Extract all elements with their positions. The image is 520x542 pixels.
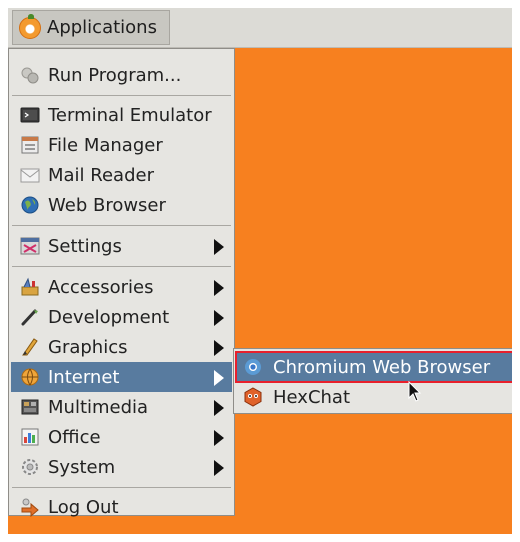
- accessories-icon: [20, 277, 40, 297]
- submenu-arrow-icon: [214, 310, 224, 326]
- submenu-arrow-icon: [214, 280, 224, 296]
- menu-item-accessories[interactable]: Accessories: [11, 272, 232, 302]
- submenu-arrow-icon: [214, 239, 224, 255]
- run-program-icon: [20, 65, 40, 85]
- logout-icon: [20, 497, 40, 517]
- submenu-arrow-icon: [214, 430, 224, 446]
- submenu-arrow-icon: [214, 400, 224, 416]
- multimedia-icon: [20, 397, 40, 417]
- office-icon: [20, 427, 40, 447]
- hexchat-icon: [243, 387, 263, 407]
- submenu-arrow-icon: [214, 460, 224, 476]
- menu-item-graphics[interactable]: Graphics: [11, 332, 232, 362]
- applications-menu: Run Program... Terminal Emulator File Ma…: [8, 48, 235, 518]
- menu-item-office[interactable]: Office: [11, 422, 232, 452]
- submenu-item-chromium[interactable]: Chromium Web Browser: [235, 351, 512, 383]
- system-icon: [20, 457, 40, 477]
- menu-item-terminal-emulator[interactable]: Terminal Emulator: [11, 100, 232, 130]
- settings-icon: [20, 236, 40, 256]
- internet-icon: [20, 367, 40, 387]
- menu-separator: [12, 487, 231, 488]
- internet-submenu: Chromium Web Browser HexChat: [233, 348, 512, 414]
- applications-label: Applications: [47, 17, 157, 38]
- menu-item-system[interactable]: System: [11, 452, 232, 482]
- menu-item-mail-reader[interactable]: Mail Reader: [11, 160, 232, 190]
- submenu-arrow-icon: [214, 340, 224, 356]
- menu-item-run-program[interactable]: Run Program...: [11, 60, 232, 90]
- menu-separator: [12, 225, 231, 226]
- chromium-icon: [243, 357, 263, 377]
- submenu-arrow-icon: [214, 370, 224, 386]
- top-panel: Applications: [8, 8, 512, 48]
- mouse-pointer-icon: [408, 381, 422, 402]
- menu-item-multimedia[interactable]: Multimedia: [11, 392, 232, 422]
- menu-item-settings[interactable]: Settings: [11, 231, 232, 261]
- menu-separator: [12, 95, 231, 96]
- menu-separator: [12, 266, 231, 267]
- globe-icon: [20, 195, 40, 215]
- menu-item-development[interactable]: Development: [11, 302, 232, 332]
- menu-item-web-browser[interactable]: Web Browser: [11, 190, 232, 220]
- menu-item-file-manager[interactable]: File Manager: [11, 130, 232, 160]
- xfce-mouse-logo-icon: [19, 13, 41, 39]
- applications-menu-button[interactable]: Applications: [12, 10, 170, 45]
- graphics-icon: [20, 337, 40, 357]
- terminal-icon: [20, 105, 40, 125]
- submenu-item-hexchat[interactable]: HexChat: [236, 382, 512, 412]
- file-manager-icon: [20, 135, 40, 155]
- menu-item-log-out[interactable]: Log Out: [11, 492, 232, 522]
- menu-item-internet[interactable]: Internet: [11, 362, 232, 392]
- desktop: Applications Run Program... Terminal Emu…: [8, 8, 512, 534]
- mail-icon: [20, 165, 40, 185]
- development-icon: [20, 307, 40, 327]
